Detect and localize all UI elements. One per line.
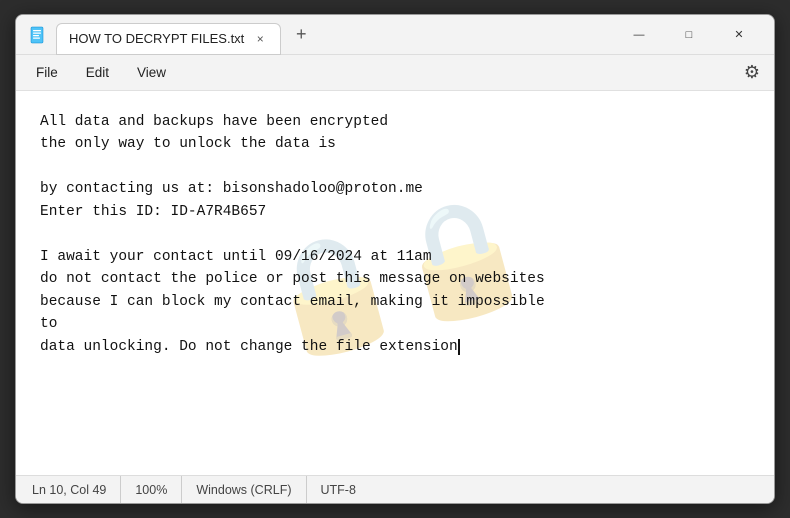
encoding: UTF-8 (307, 476, 370, 503)
minimize-button[interactable]: — (616, 19, 662, 51)
active-tab[interactable]: HOW TO DECRYPT FILES.txt × (56, 23, 281, 55)
menu-items: File Edit View (24, 61, 178, 84)
settings-icon[interactable]: ⚙ (738, 59, 766, 87)
tab-title: HOW TO DECRYPT FILES.txt (69, 31, 244, 46)
tabs-area: HOW TO DECRYPT FILES.txt × + (56, 19, 616, 51)
content-area[interactable]: 🔒🔒 All data and backups have been encryp… (16, 91, 774, 475)
text-editor[interactable]: All data and backups have been encrypted… (16, 91, 774, 378)
line-10: to (40, 316, 57, 332)
menubar: File Edit View ⚙ (16, 55, 774, 91)
window-controls: — □ ✕ (616, 19, 762, 51)
line-4: by contacting us at: bisonshadoloo@proto… (40, 181, 423, 197)
line-7: I await your contact until 09/16/2024 at… (40, 249, 432, 265)
tab-close-button[interactable]: × (252, 31, 268, 47)
line-2: the only way to unlock the data is (40, 136, 336, 152)
line-5: Enter this ID: ID-A7R4B657 (40, 204, 266, 220)
line-9: because I can block my contact email, ma… (40, 294, 545, 310)
close-button[interactable]: ✕ (716, 19, 762, 51)
edit-menu[interactable]: Edit (74, 61, 121, 84)
text-cursor (458, 339, 460, 355)
notepad-window: HOW TO DECRYPT FILES.txt × + — □ ✕ File … (15, 14, 775, 504)
new-tab-button[interactable]: + (287, 21, 315, 49)
line-8: do not contact the police or post this m… (40, 271, 545, 287)
file-menu[interactable]: File (24, 61, 70, 84)
line-ending: Windows (CRLF) (182, 476, 306, 503)
zoom-level: 100% (121, 476, 182, 503)
titlebar: HOW TO DECRYPT FILES.txt × + — □ ✕ (16, 15, 774, 55)
app-icon (28, 25, 48, 45)
line-1: All data and backups have been encrypted (40, 114, 388, 130)
statusbar: Ln 10, Col 49 100% Windows (CRLF) UTF-8 (16, 475, 774, 503)
view-menu[interactable]: View (125, 61, 178, 84)
maximize-button[interactable]: □ (666, 19, 712, 51)
line-11: data unlocking. Do not change the file e… (40, 339, 460, 355)
cursor-position: Ln 10, Col 49 (28, 476, 121, 503)
